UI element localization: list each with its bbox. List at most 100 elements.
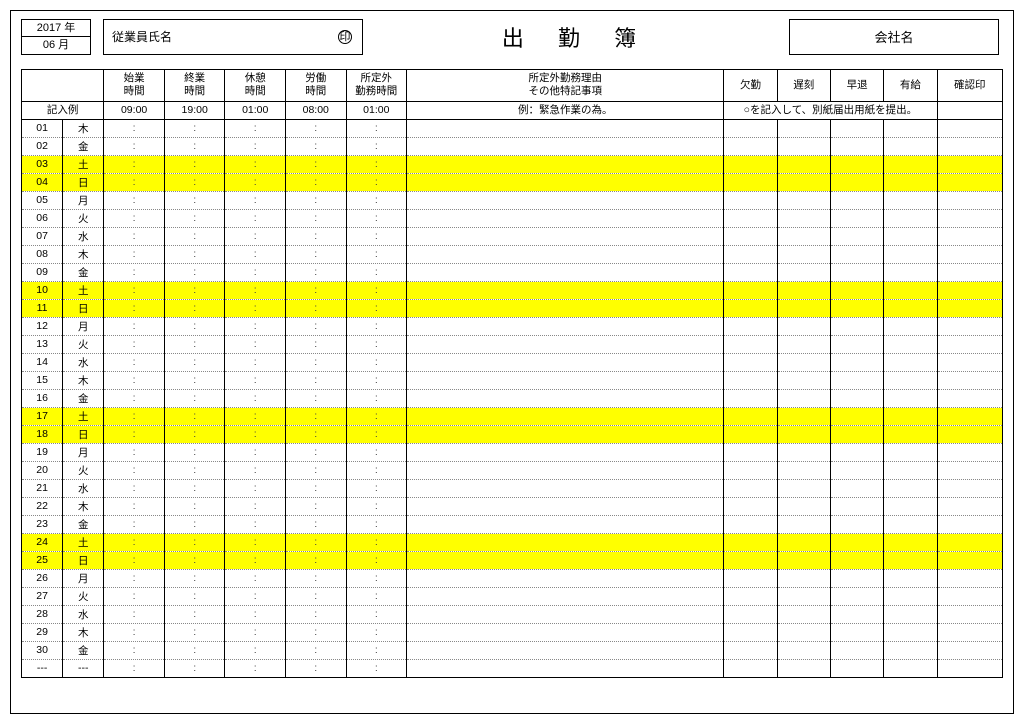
cell-time[interactable]: :: [104, 443, 165, 461]
cell-flag[interactable]: [830, 317, 883, 335]
cell-time[interactable]: :: [225, 173, 286, 191]
cell-reason[interactable]: [407, 461, 724, 479]
cell-time[interactable]: :: [225, 281, 286, 299]
cell-time[interactable]: :: [104, 605, 165, 623]
cell-time[interactable]: :: [346, 137, 407, 155]
cell-time[interactable]: :: [104, 623, 165, 641]
cell-confirm[interactable]: [937, 389, 1003, 407]
cell-time[interactable]: :: [104, 659, 165, 677]
cell-time[interactable]: :: [346, 353, 407, 371]
cell-flag[interactable]: [777, 407, 830, 425]
cell-flag[interactable]: [777, 335, 830, 353]
cell-time[interactable]: :: [225, 551, 286, 569]
cell-time[interactable]: :: [225, 533, 286, 551]
cell-flag[interactable]: [777, 245, 830, 263]
cell-time[interactable]: :: [346, 587, 407, 605]
cell-confirm[interactable]: [937, 425, 1003, 443]
cell-time[interactable]: :: [164, 299, 225, 317]
cell-time[interactable]: :: [225, 623, 286, 641]
cell-time[interactable]: :: [164, 533, 225, 551]
cell-time[interactable]: :: [346, 299, 407, 317]
cell-flag[interactable]: [724, 515, 777, 533]
cell-time[interactable]: :: [104, 281, 165, 299]
cell-flag[interactable]: [777, 317, 830, 335]
cell-flag[interactable]: [830, 299, 883, 317]
cell-time[interactable]: :: [346, 569, 407, 587]
cell-reason[interactable]: [407, 569, 724, 587]
cell-confirm[interactable]: [937, 173, 1003, 191]
cell-flag[interactable]: [830, 515, 883, 533]
cell-time[interactable]: :: [104, 317, 165, 335]
cell-flag[interactable]: [724, 587, 777, 605]
cell-flag[interactable]: [724, 443, 777, 461]
cell-time[interactable]: :: [164, 479, 225, 497]
cell-time[interactable]: :: [285, 533, 346, 551]
cell-confirm[interactable]: [937, 263, 1003, 281]
cell-flag[interactable]: [777, 659, 830, 677]
cell-confirm[interactable]: [937, 659, 1003, 677]
cell-time[interactable]: :: [346, 191, 407, 209]
cell-flag[interactable]: [884, 173, 937, 191]
cell-time[interactable]: :: [164, 569, 225, 587]
cell-flag[interactable]: [724, 119, 777, 137]
cell-time[interactable]: :: [346, 119, 407, 137]
cell-time[interactable]: :: [346, 551, 407, 569]
cell-time[interactable]: :: [225, 389, 286, 407]
cell-flag[interactable]: [830, 407, 883, 425]
cell-reason[interactable]: [407, 191, 724, 209]
cell-time[interactable]: :: [164, 605, 225, 623]
cell-time[interactable]: :: [164, 191, 225, 209]
cell-time[interactable]: :: [225, 371, 286, 389]
cell-flag[interactable]: [724, 623, 777, 641]
cell-time[interactable]: :: [104, 155, 165, 173]
cell-reason[interactable]: [407, 605, 724, 623]
cell-time[interactable]: :: [225, 191, 286, 209]
cell-flag[interactable]: [884, 533, 937, 551]
cell-flag[interactable]: [830, 281, 883, 299]
cell-time[interactable]: :: [164, 119, 225, 137]
cell-time[interactable]: :: [346, 425, 407, 443]
cell-time[interactable]: :: [225, 155, 286, 173]
cell-flag[interactable]: [884, 425, 937, 443]
cell-flag[interactable]: [884, 227, 937, 245]
cell-flag[interactable]: [777, 353, 830, 371]
cell-confirm[interactable]: [937, 227, 1003, 245]
cell-time[interactable]: :: [225, 605, 286, 623]
cell-time[interactable]: :: [104, 173, 165, 191]
cell-flag[interactable]: [724, 461, 777, 479]
cell-flag[interactable]: [830, 533, 883, 551]
cell-time[interactable]: :: [285, 155, 346, 173]
cell-time[interactable]: :: [346, 443, 407, 461]
cell-time[interactable]: :: [285, 623, 346, 641]
cell-reason[interactable]: [407, 533, 724, 551]
cell-flag[interactable]: [830, 443, 883, 461]
cell-flag[interactable]: [777, 551, 830, 569]
cell-time[interactable]: :: [164, 281, 225, 299]
cell-time[interactable]: :: [285, 443, 346, 461]
cell-time[interactable]: :: [164, 659, 225, 677]
cell-time[interactable]: :: [164, 137, 225, 155]
cell-time[interactable]: :: [225, 119, 286, 137]
cell-time[interactable]: :: [346, 641, 407, 659]
cell-confirm[interactable]: [937, 191, 1003, 209]
cell-time[interactable]: :: [285, 407, 346, 425]
cell-time[interactable]: :: [104, 209, 165, 227]
cell-flag[interactable]: [884, 641, 937, 659]
cell-time[interactable]: :: [285, 227, 346, 245]
cell-time[interactable]: :: [104, 335, 165, 353]
cell-time[interactable]: :: [164, 209, 225, 227]
cell-reason[interactable]: [407, 371, 724, 389]
cell-time[interactable]: :: [346, 533, 407, 551]
cell-flag[interactable]: [830, 479, 883, 497]
cell-confirm[interactable]: [937, 569, 1003, 587]
cell-time[interactable]: :: [285, 389, 346, 407]
cell-time[interactable]: :: [285, 317, 346, 335]
cell-time[interactable]: :: [104, 587, 165, 605]
cell-flag[interactable]: [830, 227, 883, 245]
cell-flag[interactable]: [830, 569, 883, 587]
cell-flag[interactable]: [724, 353, 777, 371]
cell-time[interactable]: :: [346, 317, 407, 335]
cell-flag[interactable]: [724, 335, 777, 353]
cell-time[interactable]: :: [104, 137, 165, 155]
cell-flag[interactable]: [724, 137, 777, 155]
